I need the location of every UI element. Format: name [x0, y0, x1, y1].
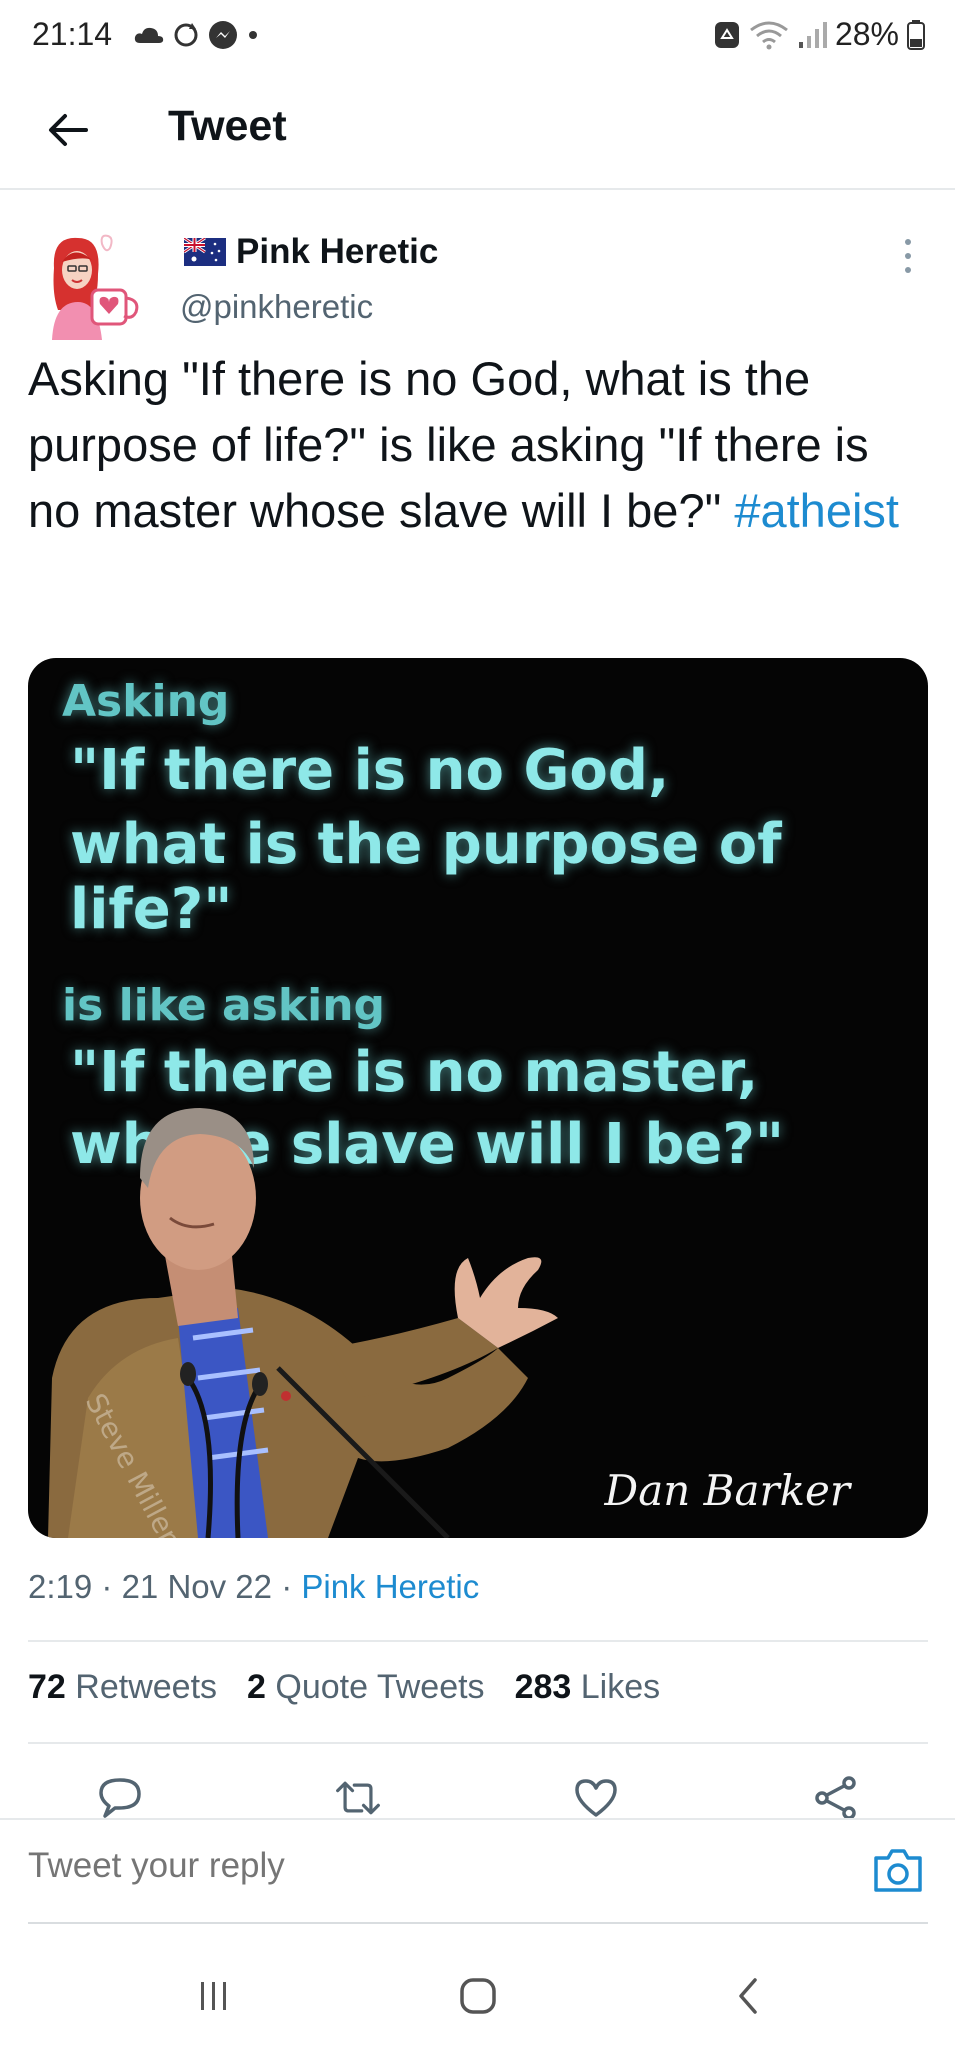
author-name-row[interactable]: Pink Heretic — [184, 232, 438, 272]
author-handle[interactable]: @pinkheretic — [180, 288, 373, 326]
chevron-left-icon — [739, 1978, 757, 2014]
status-bar: 21:14 28% — [0, 0, 955, 72]
tweet-time: 2:19 — [28, 1568, 93, 1605]
recents-button[interactable] — [184, 1966, 244, 2026]
retweet-icon — [336, 1781, 380, 1815]
hashtag-link[interactable]: #atheist — [734, 484, 899, 537]
messenger-icon — [209, 21, 237, 49]
avatar[interactable] — [44, 228, 148, 340]
reply-bar — [0, 1818, 955, 1924]
divider — [28, 1640, 928, 1642]
camera-button[interactable] — [872, 1846, 924, 1894]
quotes-label: Quote Tweets — [275, 1668, 485, 1706]
tweet-date: 21 Nov 22 — [121, 1568, 273, 1605]
likes-stat[interactable]: 283 Likes — [515, 1668, 661, 1707]
tweet-text: Asking "If there is no God, what is the … — [28, 346, 928, 544]
australia-flag-icon — [184, 238, 226, 266]
cloud-icon — [134, 27, 164, 43]
wifi-icon — [750, 21, 788, 49]
likes-count: 283 — [514, 1668, 572, 1706]
system-nav-bar — [0, 1944, 955, 2048]
battery-icon — [907, 19, 925, 50]
arrow-left-icon — [49, 114, 88, 146]
home-button[interactable] — [448, 1966, 508, 2026]
signal-icon — [798, 21, 827, 48]
reply-input[interactable] — [28, 1846, 828, 1886]
more-options-button[interactable] — [896, 236, 920, 276]
battery-level: 28% — [834, 16, 899, 52]
image-signature: Dan Barker — [604, 1466, 850, 1515]
retweets-count: 72 — [28, 1668, 66, 1706]
sync-icon — [174, 23, 198, 47]
notification-icons — [134, 20, 260, 50]
retweet-button[interactable] — [334, 1774, 382, 1822]
quote-tweets-stat[interactable]: 2 Quote Tweets — [247, 1668, 485, 1707]
system-icons: 28% — [713, 16, 925, 53]
tweet-image[interactable]: Asking "If there is no God, what is the … — [28, 658, 928, 1538]
recents-icon — [201, 1982, 226, 2010]
likes-label: Likes — [580, 1668, 661, 1706]
back-button[interactable] — [40, 102, 96, 158]
retweets-stat[interactable]: 72 Retweets — [28, 1668, 217, 1707]
divider — [28, 1742, 928, 1744]
home-icon — [460, 1978, 496, 2014]
meta-separator: · — [281, 1568, 293, 1605]
tweet-source[interactable]: Pink Heretic — [301, 1568, 479, 1605]
retweets-label: Retweets — [75, 1668, 218, 1706]
like-button[interactable] — [572, 1774, 620, 1822]
author-name: Pink Heretic — [236, 232, 439, 271]
avatar-illustration — [52, 234, 139, 340]
status-time: 21:14 — [32, 16, 113, 52]
camera-icon — [874, 1849, 922, 1892]
share-button[interactable] — [812, 1774, 860, 1822]
back-nav-button[interactable] — [718, 1966, 778, 2026]
share-icon — [815, 1776, 856, 1820]
reply-icon — [99, 1778, 141, 1818]
top-app-bar: Tweet — [0, 72, 955, 190]
recycle-icon — [714, 21, 739, 48]
tweet-stats: 72 Retweets 2 Quote Tweets 283 Likes — [28, 1668, 660, 1707]
reply-button[interactable] — [96, 1774, 144, 1822]
dot-icon — [249, 31, 257, 39]
more-vertical-icon — [905, 239, 911, 273]
meta-separator: · — [101, 1568, 113, 1605]
speaker-photo — [48, 1108, 558, 1538]
quotes-count: 2 — [247, 1668, 266, 1706]
reply-divider — [28, 1922, 928, 1924]
tweet-meta: 2:19 · 21 Nov 22 · Pink Heretic — [28, 1568, 479, 1606]
page-title: Tweet — [168, 102, 287, 150]
heart-icon — [575, 1779, 617, 1817]
tweet-actions — [0, 1774, 955, 1820]
